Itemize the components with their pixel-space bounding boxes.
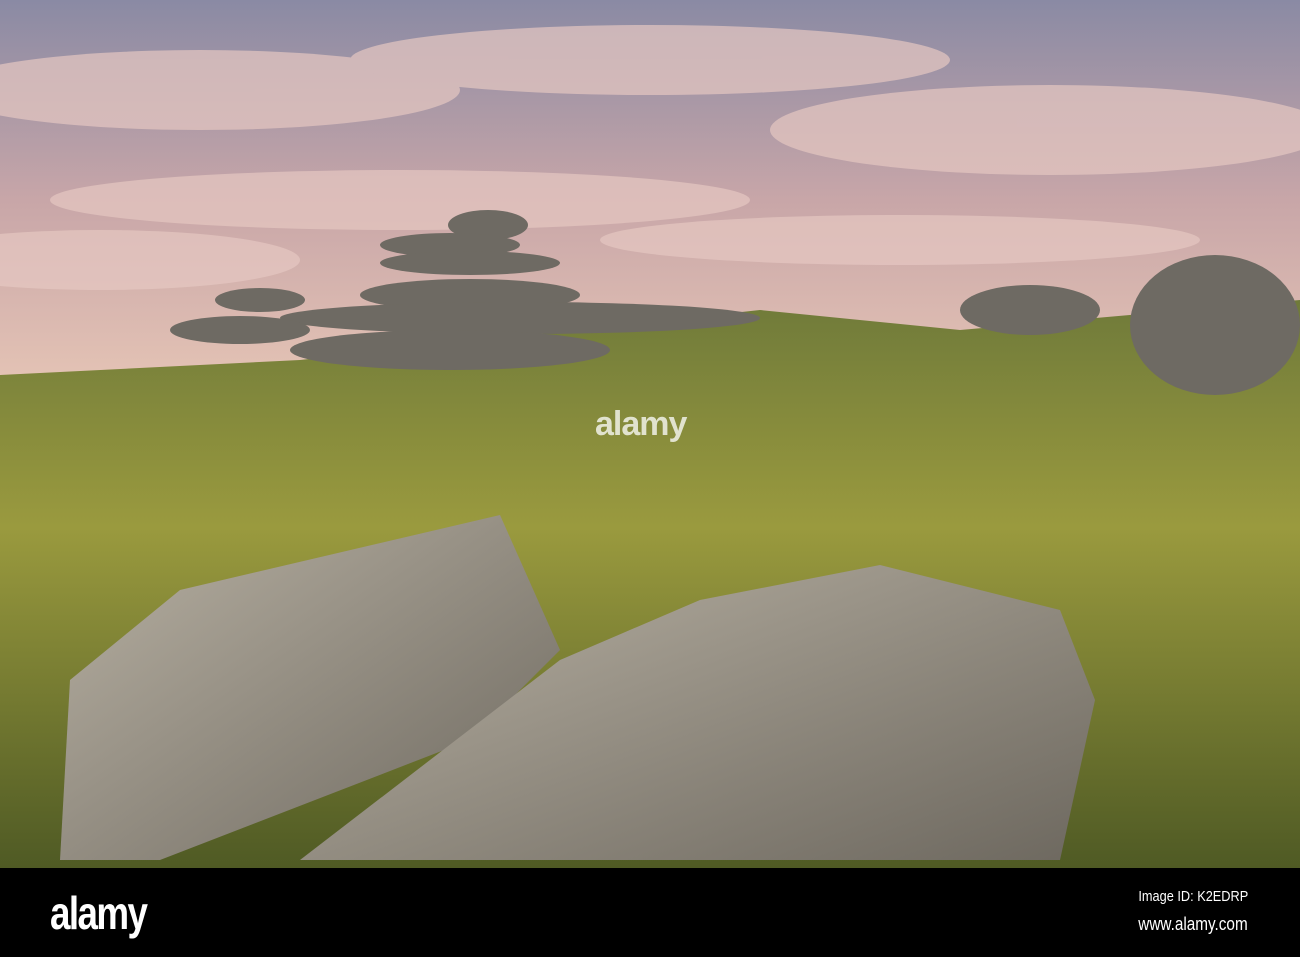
alamy-logo: alamy [50,887,148,939]
footer-bar: alamy Image ID: K2EDRP www.alamy.com [0,868,1300,957]
watermark-center: alamy [595,405,687,443]
image-viewer: alamy alamy Image ID: K2EDRP www.alamy.c… [0,0,1300,957]
image-id: Image ID: K2EDRP [1138,888,1248,905]
site-url[interactable]: www.alamy.com [1139,914,1248,935]
